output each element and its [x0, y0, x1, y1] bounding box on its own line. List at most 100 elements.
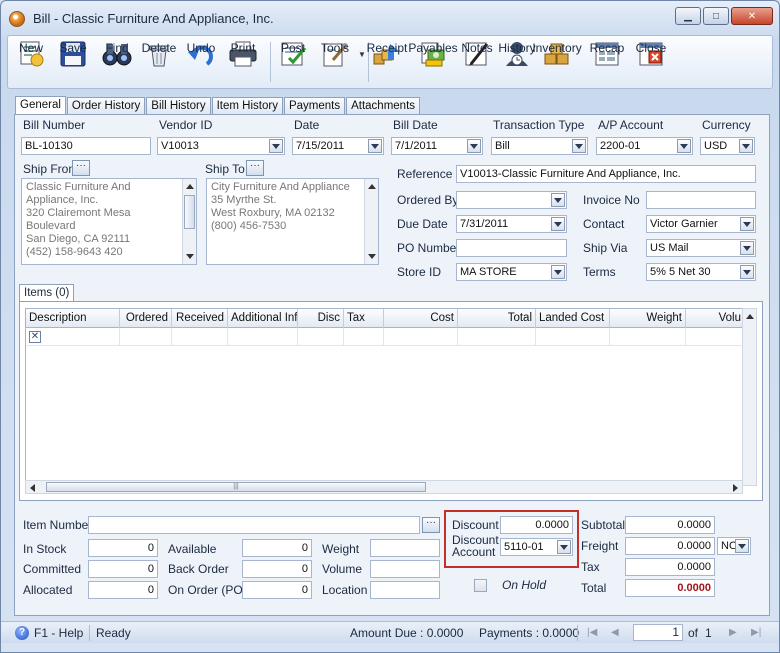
scroll-left-icon[interactable] — [30, 484, 35, 492]
ordered-by-select[interactable] — [456, 191, 567, 209]
on-hold-checkbox[interactable] — [474, 579, 487, 592]
tools-dropdown-icon[interactable]: ▼ — [358, 50, 366, 59]
chevron-down-icon[interactable] — [551, 265, 565, 279]
po-number-input[interactable] — [456, 239, 567, 257]
due-date-picker[interactable]: 7/31/2011 — [456, 215, 567, 233]
column-volume[interactable]: Volu — [686, 309, 742, 328]
payables-button[interactable]: Payables — [408, 38, 458, 88]
vendor-id-select[interactable]: V10013 — [157, 137, 285, 155]
tab-bill-history[interactable]: Bill History — [146, 97, 211, 115]
close-button[interactable]: Close — [636, 38, 666, 88]
scroll-up-icon[interactable] — [746, 314, 754, 319]
ship-to-lookup-button[interactable]: ··· — [246, 160, 264, 176]
delete-button[interactable]: Delete — [142, 38, 176, 88]
chevron-down-icon[interactable] — [740, 265, 754, 279]
payments-total: Payments : 0.0000 — [479, 626, 580, 640]
recap-button[interactable]: Recap — [590, 38, 624, 88]
chevron-down-icon[interactable] — [739, 139, 753, 153]
tab-payments[interactable]: Payments — [283, 97, 346, 115]
maximize-button[interactable]: □ — [703, 7, 729, 25]
ap-account-select[interactable]: 2200-01 — [596, 137, 693, 155]
minimize-button[interactable]: ▁ — [675, 7, 701, 25]
chevron-down-icon[interactable] — [677, 139, 691, 153]
inventory-button[interactable]: Inventory — [532, 38, 582, 88]
contact-select[interactable]: Victor Garnier — [646, 215, 756, 233]
table-row[interactable]: ✕ — [26, 328, 742, 346]
new-button[interactable]: New — [16, 38, 46, 88]
tab-items[interactable]: Items (0) — [19, 284, 75, 302]
chevron-down-icon[interactable] — [735, 539, 749, 553]
items-horizontal-scrollbar[interactable]: ||| — [25, 480, 743, 494]
bill-number-input[interactable]: BL-10130 — [21, 137, 151, 155]
tab-item-history[interactable]: Item History — [211, 97, 283, 115]
store-id-select[interactable]: MA STORE — [456, 263, 567, 281]
invoice-no-input[interactable] — [646, 191, 756, 209]
tab-order-history[interactable]: Order History — [66, 97, 146, 115]
find-button[interactable]: Find — [102, 38, 132, 88]
save-button[interactable]: Save — [58, 38, 88, 88]
column-ordered[interactable]: Ordered — [120, 309, 172, 328]
print-button[interactable]: Print — [228, 38, 258, 88]
column-description[interactable]: Description — [26, 309, 120, 328]
notes-button[interactable]: Notes — [461, 38, 493, 88]
ship-from-lookup-button[interactable]: ··· — [72, 160, 90, 176]
ship-from-address[interactable]: Classic Furniture And Appliance, Inc. 32… — [21, 178, 197, 265]
terms-select[interactable]: 5% 5 Net 30 — [646, 263, 756, 281]
freight-input[interactable]: 0.0000 — [625, 537, 715, 555]
date-picker[interactable]: 7/15/2011 — [292, 137, 384, 155]
ship-to-address[interactable]: City Furniture And Appliance 35 Myrthe S… — [206, 178, 379, 265]
column-additional-info[interactable]: Additional Inf — [228, 309, 298, 328]
item-number-input[interactable] — [88, 516, 420, 534]
tools-button[interactable]: Tools — [320, 38, 350, 88]
chevron-down-icon[interactable] — [368, 139, 382, 153]
freight-option-select[interactable]: NO — [717, 537, 751, 555]
scrollbar-thumb[interactable]: ||| — [46, 482, 426, 492]
column-tax[interactable]: Tax — [344, 309, 384, 328]
ship-to-scrollbar[interactable] — [364, 179, 378, 264]
ship-from-scrollbar[interactable] — [182, 179, 196, 264]
column-landed-cost[interactable]: Landed Cost — [536, 309, 610, 328]
chevron-down-icon[interactable] — [572, 139, 586, 153]
column-disc[interactable]: Disc — [298, 309, 344, 328]
total-label: Total — [581, 581, 607, 595]
last-page-icon[interactable]: ▶| — [751, 627, 761, 638]
item-number-lookup-button[interactable]: ··· — [422, 517, 440, 533]
transaction-type-select[interactable]: Bill — [491, 137, 588, 155]
items-vertical-scrollbar[interactable] — [742, 308, 757, 486]
chevron-down-icon[interactable] — [467, 139, 481, 153]
previous-page-icon[interactable]: ◀ — [611, 627, 619, 638]
tab-general[interactable]: General — [15, 96, 66, 115]
chevron-down-icon[interactable] — [551, 193, 565, 207]
discount-account-select[interactable]: 5110-01 — [500, 538, 573, 556]
chevron-down-icon[interactable] — [740, 217, 754, 231]
page-number-input[interactable]: 1 — [633, 624, 683, 641]
ship-via-select[interactable]: US Mail — [646, 239, 756, 257]
scroll-right-icon[interactable] — [733, 484, 738, 492]
chevron-down-icon[interactable] — [740, 241, 754, 255]
chevron-down-icon[interactable] — [551, 217, 565, 231]
undo-button[interactable]: Undo — [186, 38, 216, 88]
store-id-label: Store ID — [397, 265, 442, 279]
history-button[interactable]: History — [498, 38, 536, 88]
discount-input[interactable]: 0.0000 — [500, 516, 573, 534]
column-cost[interactable]: Cost — [384, 309, 458, 328]
reference-input[interactable]: V10013-Classic Furniture And Appliance, … — [456, 165, 756, 183]
bill-date-picker[interactable]: 7/1/2011 — [391, 137, 483, 155]
column-weight[interactable]: Weight — [610, 309, 686, 328]
currency-select[interactable]: USD — [700, 137, 755, 155]
tab-attachments[interactable]: Attachments — [346, 97, 421, 115]
chevron-down-icon[interactable] — [557, 540, 571, 554]
help-icon[interactable]: ? — [15, 626, 29, 640]
column-total[interactable]: Total — [458, 309, 536, 328]
column-received[interactable]: Received — [172, 309, 228, 328]
first-page-icon[interactable]: |◀ — [587, 627, 597, 638]
post-button[interactable]: Post — [278, 38, 308, 88]
vendor-id-label: Vendor ID — [159, 118, 213, 132]
help-link[interactable]: F1 - Help — [34, 626, 83, 640]
next-page-icon[interactable]: ▶ — [729, 627, 737, 638]
close-window-button[interactable]: ✕ — [731, 7, 773, 25]
receipt-button[interactable]: Receipt — [367, 38, 407, 88]
chevron-down-icon[interactable] — [269, 139, 283, 153]
delete-row-icon[interactable]: ✕ — [29, 331, 41, 343]
ship-from-label: Ship From — [23, 162, 79, 176]
